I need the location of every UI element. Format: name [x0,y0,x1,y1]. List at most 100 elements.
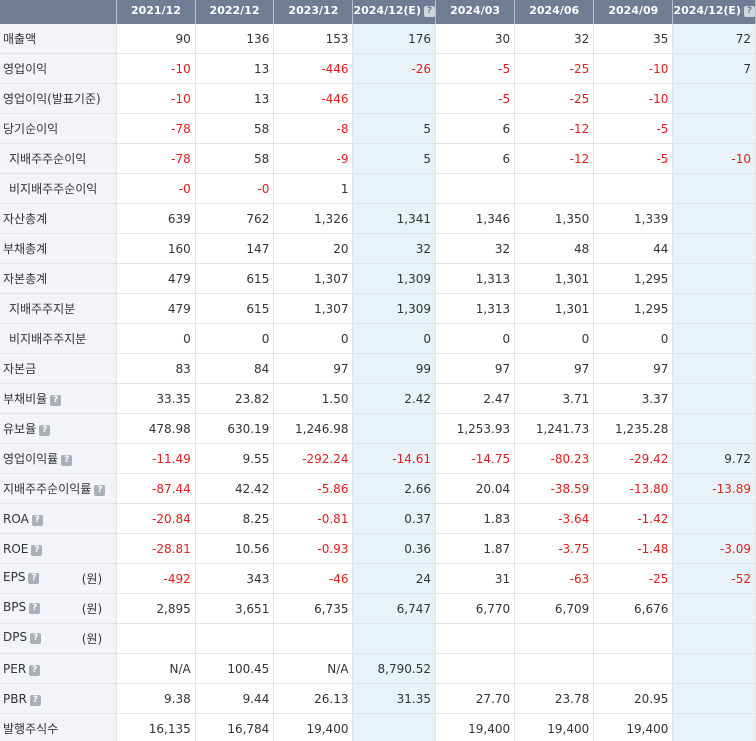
table-cell: 84 [195,353,275,384]
help-icon[interactable]: ? [30,633,42,644]
help-icon[interactable]: ? [29,694,41,706]
table-cell: 2.47 [435,383,516,414]
table-cell: -10 [116,53,196,84]
table-row: 부채비율? 33.35 23.82 1.50 2.42 2.47 3.71 3.37 [0,383,756,414]
table-row: 영업이익률? -11.49 9.55 -292.24 -14.61 -14.75 -80.2… [0,443,756,474]
table-cell: 32 [514,24,595,54]
row-label: 영업이익(발표기준) [0,83,118,114]
table-cell: 1,313 [435,263,516,294]
row-label-text: 지배주주순이익률 [3,482,92,496]
table-cell [672,113,756,144]
table-row: 발행주식수 16,135 16,784 19,400 19,400 19,400 19,40… [0,713,756,741]
row-label-text: 당기순이익 [3,122,59,136]
row-label-text: 영업이익률 [3,452,59,466]
table-cell: 19,400 [435,713,516,741]
table-cell: -446 [273,53,354,84]
table-cell: -5 [593,113,674,144]
table-cell: -5 [435,83,516,114]
table-cell: -12 [514,143,595,174]
table-cell: 639 [116,203,196,234]
row-label: 발행주식수 [0,713,118,741]
help-icon[interactable]: ? [31,514,43,526]
help-icon[interactable]: ? [743,5,755,17]
row-label-text: 비지배주주지분 [9,332,87,346]
table-cell: 1,313 [435,293,516,324]
row-label: 매출액 [0,24,118,54]
table-row: 비지배주주지분 0 0 0 0 0 0 0 [0,323,756,354]
table-cell: 83 [116,353,196,384]
table-cell [514,623,595,654]
help-icon[interactable]: ? [31,544,43,556]
row-label: DPS? (원) [0,623,118,654]
table-cell: -87.44 [116,473,196,504]
row-label-text: 매출액 [3,32,37,46]
table-cell: -13.80 [593,473,674,504]
table-cell: -0.93 [273,533,354,564]
table-cell: 2.42 [352,383,436,414]
table-cell: 20 [273,233,354,264]
header-period-label: 2024/03 [450,3,501,17]
table-cell: -20.84 [116,503,196,534]
help-icon[interactable]: ? [50,395,62,406]
table-row: 지배주주순이익 -78 58 -9 5 6 -12 -5 -10 [0,143,756,174]
table-cell: -52 [672,563,756,594]
help-icon[interactable]: ? [94,485,106,496]
table-cell: 32 [435,233,516,264]
row-unit: (원) [81,572,103,586]
table-cell: 0 [352,323,436,354]
table-cell: 6,709 [514,593,595,624]
table-cell: 23.82 [195,383,275,414]
table-cell: 147 [195,233,275,264]
table-cell: 33.35 [116,383,196,414]
table-cell: 1,295 [593,263,674,294]
table-row: 부채총계 160 147 20 32 32 48 44 [0,233,756,264]
table-row: 지배주주지분 479 615 1,307 1,309 1,313 1,301 1,295 [0,293,756,324]
table-cell: -492 [116,563,196,594]
table-cell: 26.13 [273,683,354,714]
table-cell: -38.59 [514,473,595,504]
table-row: EPS? (원) -492 343 -46 24 31 -63 -25 -52 [0,563,756,594]
table-cell: 100.45 [195,653,275,684]
table-cell: 762 [195,203,275,234]
table-cell: 6,770 [435,593,516,624]
table-cell [352,623,436,654]
row-label: EPS? (원) [0,563,118,594]
table-cell: 72 [672,24,756,54]
table-cell: 23.78 [514,683,595,714]
table-cell: 1,235.28 [593,413,674,444]
table-cell: 19,400 [593,713,674,741]
table-body: 매출액 90 136 153 176 30 32 35 72 영업이익 -10 13 -446 -26 -5… [0,24,756,741]
row-label: 지배주주순이익률? [0,473,118,504]
help-icon[interactable]: ? [61,455,73,466]
table-cell: -80.23 [514,443,595,474]
table-cell: 6 [435,113,516,144]
header-period-label: 2024/12(E) [353,3,421,17]
row-label-text: ROE [3,541,29,556]
help-icon[interactable]: ? [423,5,435,17]
header-period-0: 2021/12 [116,0,196,24]
table-cell: 16,784 [195,713,275,741]
help-icon[interactable]: ? [39,425,51,436]
table-cell: 30 [435,24,516,54]
table-cell: -14.61 [352,443,436,474]
table-row: BPS? (원) 2,895 3,651 6,735 6,747 6,770 6,709 6,6… [0,593,756,624]
help-icon[interactable]: ? [29,664,41,676]
table-cell: 0 [116,323,196,354]
row-label: 비지배주주지분 [0,323,118,354]
row-label: PER? [0,653,118,684]
table-cell: 2.66 [352,473,436,504]
table-cell: -10 [593,83,674,114]
row-label: 당기순이익 [0,113,118,144]
table-cell [672,623,756,654]
financial-summary-table: 2021/12 2022/12 2023/12 2024/12(E)? 2024/03 2… [0,0,756,741]
help-icon[interactable]: ? [29,603,41,614]
table-cell: -5 [435,53,516,84]
row-label-text: 비지배주주순이익 [9,182,98,196]
help-icon[interactable]: ? [28,573,40,584]
table-cell: 9.55 [195,443,275,474]
table-cell: 176 [352,24,436,54]
row-label-text: PER [3,661,27,676]
table-cell: 0 [195,323,275,354]
table-cell: -11.49 [116,443,196,474]
table-cell: 6,747 [352,593,436,624]
